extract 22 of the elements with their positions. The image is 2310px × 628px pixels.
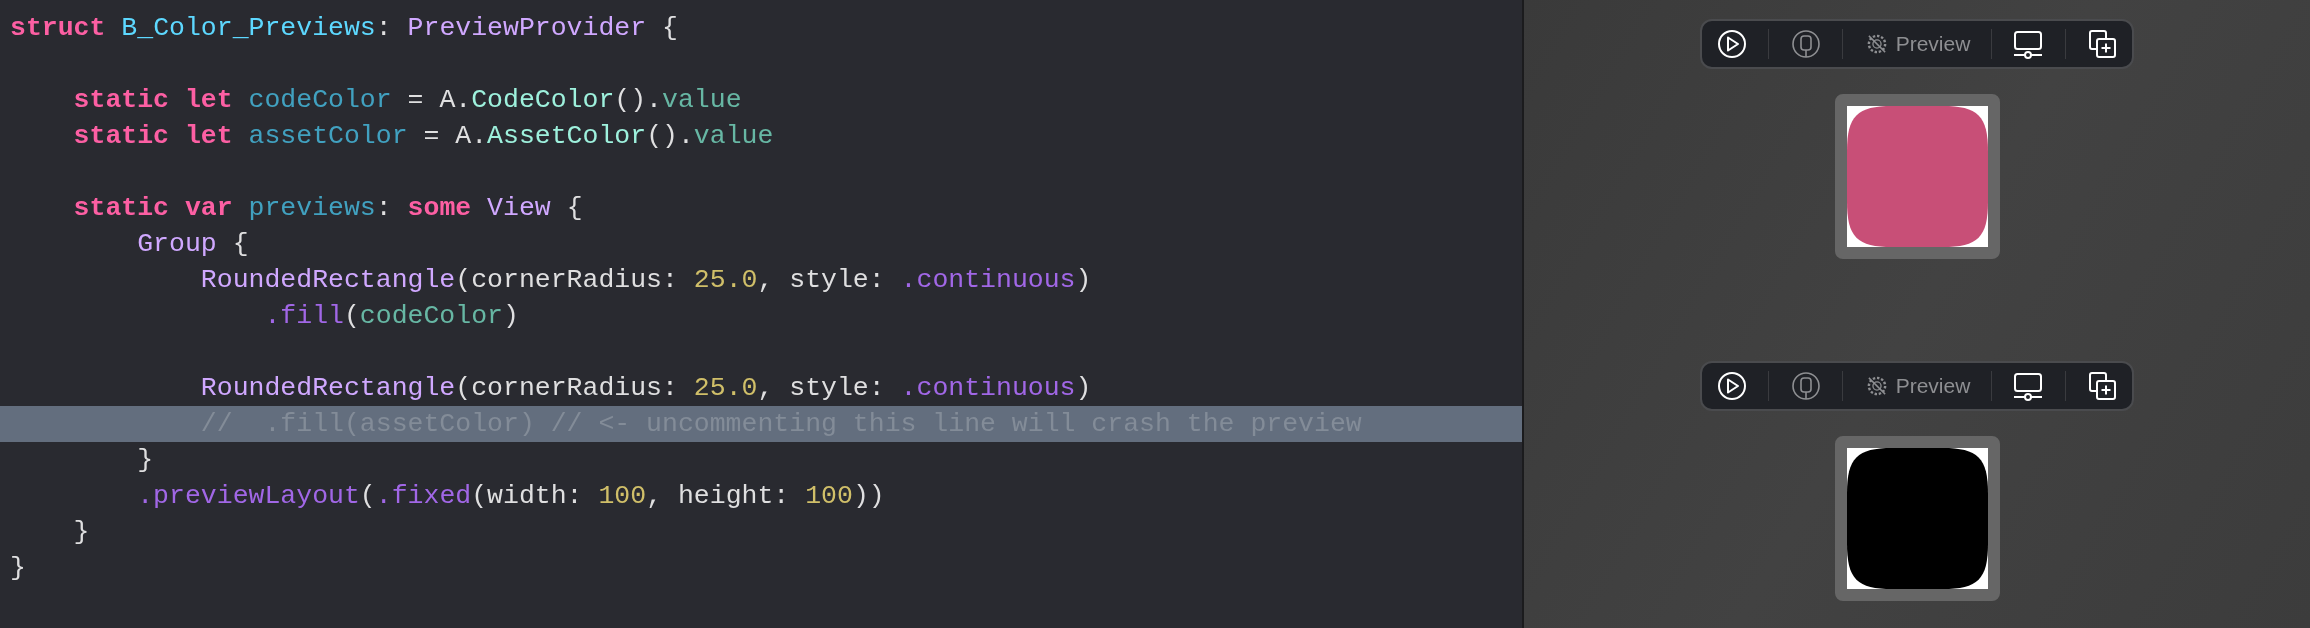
code-line: static let codeColor = A.CodeColor().value [73,85,742,115]
display-button[interactable] [2012,28,2045,60]
code-line: } [137,445,154,475]
code-line: Group { [137,229,249,259]
code-line: static var previews: some View { [73,193,583,223]
code-line: .fill(codeColor) [264,301,519,331]
code-line: } [10,553,26,583]
code-line: .previewLayout(.fixed(width: 100, height: 100)) [137,481,885,511]
code-line: static let assetColor = A.AssetColor().value [73,121,774,151]
play-icon [1716,28,1748,60]
code-line: RoundedRectangle(cornerRadius: 25.0, style: .continuous) [200,373,1092,403]
monitor-icon [2012,28,2045,60]
code-line: } [73,517,90,547]
code-line: RoundedRectangle(cornerRadius: 25.0, style: .continuous) [200,265,1092,295]
play-button[interactable] [1716,370,1748,402]
play-button[interactable] [1716,28,1748,60]
device-icon [1789,28,1822,60]
play-icon [1716,370,1748,402]
code-line: struct B_Color_Previews: PreviewProvider { [10,13,678,43]
device-icon [1789,370,1822,402]
monitor-icon [2012,370,2045,402]
display-button[interactable] [2012,370,2045,402]
